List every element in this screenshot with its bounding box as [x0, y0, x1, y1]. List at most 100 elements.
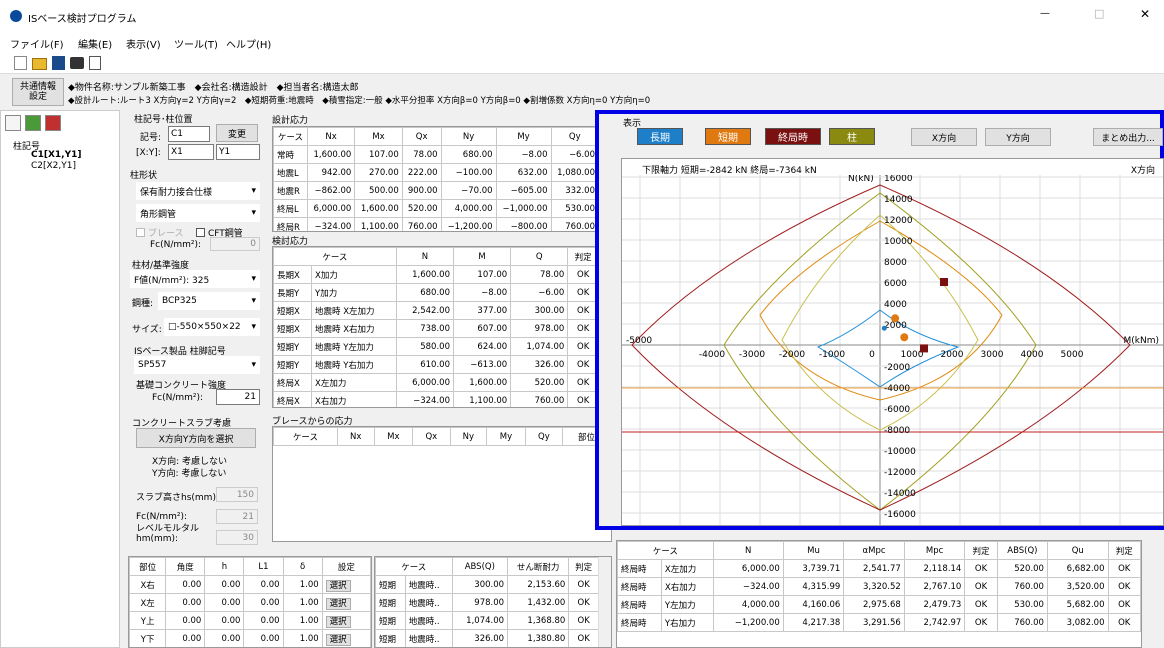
section-size-select[interactable]: □-550×550×22	[164, 318, 260, 336]
table-row[interactable]: 終局時 Y右加力 −1,200.00 4,217.38 3,291.56 2,742.97…	[617, 613, 1141, 632]
cell[interactable]: 0.00	[165, 611, 206, 630]
save-icon[interactable]	[52, 56, 65, 70]
table-row[interactable]: 終局X X右加力 −324.00 1,100.00 760.00 OK	[273, 391, 599, 407]
cell[interactable]: 1.00	[282, 575, 323, 594]
cft-checkbox[interactable]	[196, 228, 205, 237]
fc-input[interactable]: 0	[210, 237, 260, 251]
x-tick-label: 3000	[981, 350, 1004, 360]
preview-icon[interactable]	[89, 56, 101, 70]
select-button[interactable]: 選択	[325, 579, 351, 592]
table-row[interactable]: 終局L 6,000.00 1,600.00 520.00 4,000.00 −1,000.…	[273, 199, 599, 218]
table-row[interactable]: 短期Y 地震時 Y右加力 610.00 −613.00 326.00 OK	[273, 355, 599, 374]
new-icon[interactable]	[14, 56, 27, 70]
cell[interactable]: 0.00	[204, 575, 245, 594]
slab-direction-button[interactable]: X方向Y方向を選択	[136, 428, 256, 448]
cell: OK	[567, 391, 599, 407]
shear-table-scrollbar[interactable]	[598, 557, 611, 647]
menu-tools[interactable]: ツール(T)	[174, 36, 218, 51]
concrete-fc-input[interactable]: 21	[216, 389, 260, 405]
table-row[interactable]: Y上 0.00 0.00 0.00 1.00 選択	[129, 611, 371, 630]
delete-red-icon[interactable]	[45, 115, 61, 131]
symbol-input[interactable]: C1	[168, 126, 210, 142]
table-row[interactable]: 短期 地震時.. 1,074.00 1,368.80 OK	[375, 611, 599, 630]
table-row[interactable]: 地震L 942.00 270.00 222.00 −100.00 632.00 1,080.…	[273, 163, 599, 182]
cell[interactable]: 0.00	[243, 629, 284, 647]
table-row[interactable]: 地震R −862.00 500.00 900.00 −70.00 −605.00 332.0…	[273, 181, 599, 200]
legend-column[interactable]: 柱	[829, 128, 875, 145]
table-row[interactable]: X右 0.00 0.00 0.00 1.00 選択	[129, 575, 371, 594]
menu-file[interactable]: ファイル(F)	[10, 36, 64, 51]
cell: −324.00	[306, 217, 356, 231]
brace-checkbox[interactable]	[136, 228, 145, 237]
cell: 520.00	[401, 199, 442, 218]
x-position-input[interactable]: X1	[168, 144, 214, 160]
base-symbol-select[interactable]: SP557	[134, 356, 260, 374]
table-row[interactable]: 終局時 X左加力 6,000.00 3,739.71 2,541.77 2,118.14 O…	[617, 559, 1141, 578]
add-icon[interactable]	[5, 115, 21, 131]
cell[interactable]: 1.00	[282, 611, 323, 630]
export-summary-button[interactable]: まとめ出力...	[1093, 128, 1163, 146]
cell[interactable]: 0.00	[204, 629, 245, 647]
cell: Y左加力	[660, 595, 714, 614]
minimize-button[interactable]: —	[1040, 8, 1050, 19]
legend-long-term[interactable]: 長期	[637, 128, 683, 145]
cell: 300.00	[510, 301, 569, 320]
table-row[interactable]: 長期Y Y加力 680.00 −8.00 −6.00 OK	[273, 283, 599, 302]
menu-view[interactable]: 表示(V)	[126, 36, 161, 51]
table-row[interactable]: 終局時 Y左加力 4,000.00 4,160.06 2,975.68 2,479.73 O…	[617, 595, 1141, 614]
select-button[interactable]: 選択	[325, 633, 351, 646]
common-settings-button[interactable]: 共通情報 設定	[12, 78, 64, 106]
table-row[interactable]: 短期 地震時.. 326.00 1,380.80 OK	[375, 629, 599, 647]
y-direction-button[interactable]: Y方向	[985, 128, 1051, 146]
table-row[interactable]: 終局R −324.00 1,100.00 760.00 −1,200.00 −800.00…	[273, 217, 599, 231]
cell[interactable]: 0.00	[165, 629, 206, 647]
print-icon[interactable]	[70, 57, 84, 69]
cell: −1,200.00	[440, 217, 497, 231]
y-position-input[interactable]: Y1	[216, 144, 260, 160]
slab-height-input[interactable]: 150	[216, 487, 258, 502]
close-button[interactable]: ✕	[1140, 7, 1150, 21]
cell[interactable]: 0.00	[165, 575, 206, 594]
table-row[interactable]: 終局時 X右加力 −324.00 4,315.99 3,320.52 2,767.10 OK…	[617, 577, 1141, 596]
table-row[interactable]: 短期 地震時.. 300.00 2,153.60 OK	[375, 575, 599, 594]
table-row[interactable]: 短期X 地震時 X左加力 2,542.00 377.00 300.00 OK	[273, 301, 599, 320]
cell[interactable]: 0.00	[204, 611, 245, 630]
tree-item-c2[interactable]: C2[X2,Y1]	[31, 161, 76, 171]
cell: 1,100.00	[452, 391, 512, 407]
cell[interactable]: 1.00	[282, 629, 323, 647]
tree-item-c1[interactable]: C1[X1,Y1]	[31, 150, 82, 160]
add-green-icon[interactable]	[25, 115, 41, 131]
cell[interactable]: 0.00	[243, 575, 284, 594]
table-row[interactable]: X左 0.00 0.00 0.00 1.00 選択	[129, 593, 371, 612]
table-row[interactable]: 常時 1,600.00 107.00 78.00 680.00 −8.00 −6.00	[273, 145, 599, 164]
table-row[interactable]: 短期Y 地震時 Y左加力 580.00 624.00 1,074.00 OK	[273, 337, 599, 356]
menu-help[interactable]: ヘルプ(H)	[226, 36, 271, 51]
table-row[interactable]: 短期X 地震時 X右加力 738.00 607.00 978.00 OK	[273, 319, 599, 338]
cell[interactable]: 0.00	[204, 593, 245, 612]
cell[interactable]: 1.00	[282, 593, 323, 612]
steel-grade-select[interactable]: BCP325	[158, 292, 260, 310]
table-row[interactable]: 終局X X左加力 6,000.00 1,600.00 520.00 OK	[273, 373, 599, 392]
title-bar: ISベース検討プログラム — □ ✕	[0, 0, 1164, 32]
open-folder-icon[interactable]	[32, 58, 47, 70]
cell[interactable]: 0.00	[243, 593, 284, 612]
f-value-select[interactable]: F値(N/mm²): 325	[130, 270, 260, 288]
table-row[interactable]: Y下 0.00 0.00 0.00 1.00 選択	[129, 629, 371, 647]
x-direction-button[interactable]: X方向	[911, 128, 977, 146]
legend-ultimate[interactable]: 終局時	[765, 128, 821, 145]
table-row[interactable]: 長期X X加力 1,600.00 107.00 78.00 OK	[273, 265, 599, 284]
section-shape-select[interactable]: 角形鋼管	[136, 204, 260, 222]
select-button[interactable]: 選択	[325, 597, 351, 610]
table-row[interactable]: 短期 地震時.. 978.00 1,432.00 OK	[375, 593, 599, 612]
cell[interactable]: 0.00	[165, 593, 206, 612]
change-button[interactable]: 変更	[216, 124, 258, 142]
level-mortar-input[interactable]: 30	[216, 530, 258, 545]
cell[interactable]: 0.00	[243, 611, 284, 630]
cell: 107.00	[354, 145, 403, 164]
maximize-button[interactable]: □	[1094, 7, 1104, 20]
slab-fc-input[interactable]: 21	[216, 509, 258, 524]
menu-edit[interactable]: 編集(E)	[78, 36, 112, 51]
select-button[interactable]: 選択	[325, 615, 351, 628]
connection-type-select[interactable]: 保有耐力接合仕様	[136, 182, 260, 200]
legend-short-term[interactable]: 短期	[705, 128, 751, 145]
